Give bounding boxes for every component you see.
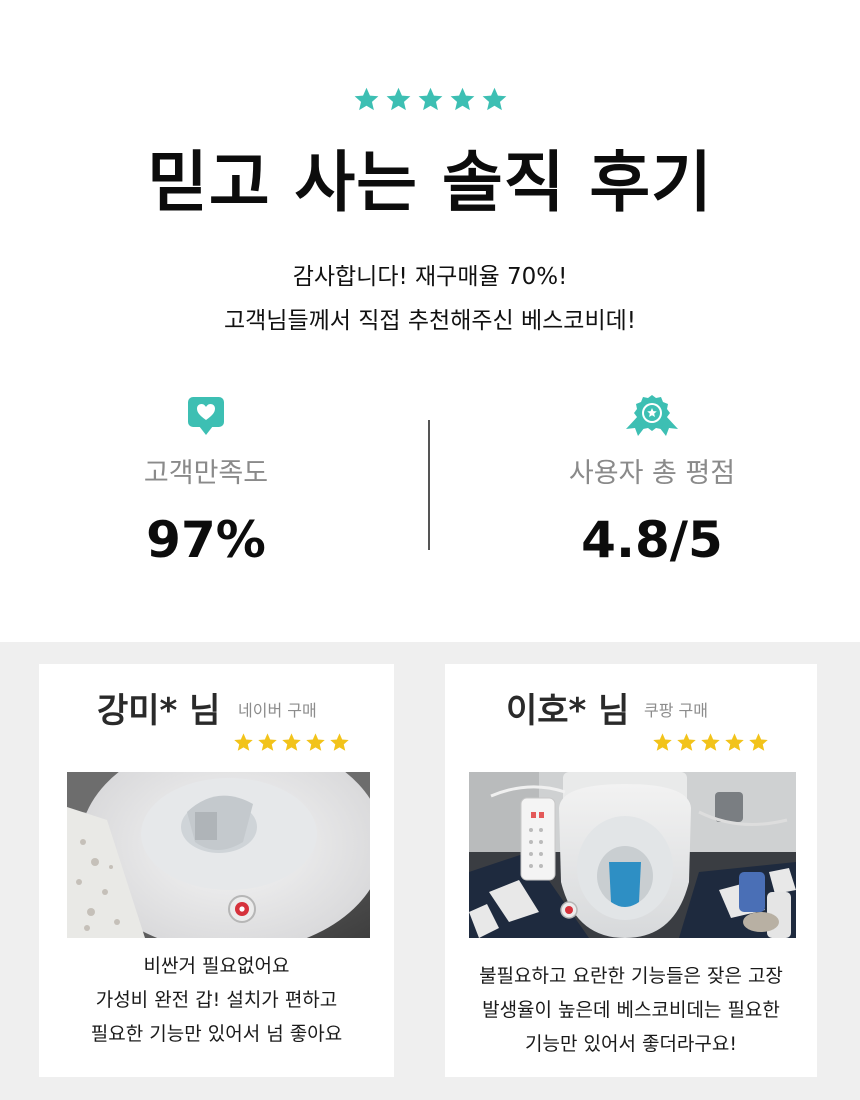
star-icon xyxy=(653,733,672,751)
star-icon xyxy=(701,733,720,751)
award-ribbon-icon xyxy=(502,392,802,440)
review-line: 가성비 완전 갑! 설치가 편하고 xyxy=(95,989,338,1011)
star-icon xyxy=(234,733,253,751)
review-text: 비싼거 필요없어요 가성비 완전 갑! 설치가 편하고 필요한 기능만 있어서 … xyxy=(39,949,394,1051)
purchase-source: 쿠팡 구매 xyxy=(644,701,708,720)
review-line: 기능만 있어서 좋더라구요! xyxy=(525,1033,737,1055)
page-subtitle: 감사합니다! 재구매율 70%! 고객님들께서 직접 추천해주신 베스코비데! xyxy=(0,255,860,343)
review-photo xyxy=(469,772,796,938)
review-text: 불필요하고 요란한 기능들은 잦은 고장 발생율이 높은데 베스코비데는 필요한… xyxy=(445,959,817,1061)
review-stars xyxy=(233,732,350,753)
review-photo xyxy=(67,772,370,938)
subtitle-line-1: 감사합니다! 재구매율 70%! xyxy=(292,264,568,290)
purchase-source: 네이버 구매 xyxy=(238,701,317,720)
review-line: 불필요하고 요란한 기능들은 잦은 고장 xyxy=(479,965,783,987)
star-icon xyxy=(306,733,325,751)
star-icon xyxy=(354,87,378,111)
star-icon xyxy=(749,733,768,751)
reviews-section: 강미* 님 네이버 구매 비싼거 필요없어요 가성비 완전 갑! 설치가 편하고… xyxy=(0,642,860,1100)
reviewer-name: 강미* 님 xyxy=(97,691,221,731)
review-card: 이호* 님 쿠팡 구매 불필요하고 요란한 기능들은 잦은 고장 발생율이 높은… xyxy=(445,664,817,1077)
star-icon xyxy=(330,733,349,751)
review-line: 발생율이 높은데 베스코비데는 필요한 xyxy=(482,999,780,1021)
hero-section: 믿고 사는 솔직 후기 감사합니다! 재구매율 70%! 고객님들께서 직접 추… xyxy=(0,0,860,642)
review-line: 비싼거 필요없어요 xyxy=(143,955,290,977)
star-icon xyxy=(482,87,506,111)
page-title: 믿고 사는 솔직 후기 xyxy=(147,144,713,221)
satisfaction-value: 97% xyxy=(146,511,266,569)
header-stars xyxy=(0,86,860,113)
star-icon xyxy=(258,733,277,751)
star-icon xyxy=(450,87,474,111)
rating-value: 4.8/5 xyxy=(581,511,723,569)
heart-speech-bubble-icon xyxy=(56,392,356,440)
review-stars xyxy=(652,732,769,753)
star-icon xyxy=(677,733,696,751)
star-icon xyxy=(282,733,301,751)
rating-label: 사용자 총 평점 xyxy=(568,458,736,489)
reviewer-name: 이호* 님 xyxy=(506,691,630,731)
star-icon xyxy=(725,733,744,751)
star-icon xyxy=(418,87,442,111)
rating-stat: 사용자 총 평점 4.8/5 xyxy=(502,392,802,570)
subtitle-line-2: 고객님들께서 직접 추천해주신 베스코비데! xyxy=(223,308,637,334)
satisfaction-label: 고객만족도 xyxy=(143,458,269,489)
star-icon xyxy=(386,87,410,111)
stats-divider xyxy=(428,420,430,550)
review-card: 강미* 님 네이버 구매 비싼거 필요없어요 가성비 완전 갑! 설치가 편하고… xyxy=(39,664,394,1077)
satisfaction-stat: 고객만족도 97% xyxy=(56,392,356,570)
review-line: 필요한 기능만 있어서 넘 좋아요 xyxy=(90,1023,343,1045)
